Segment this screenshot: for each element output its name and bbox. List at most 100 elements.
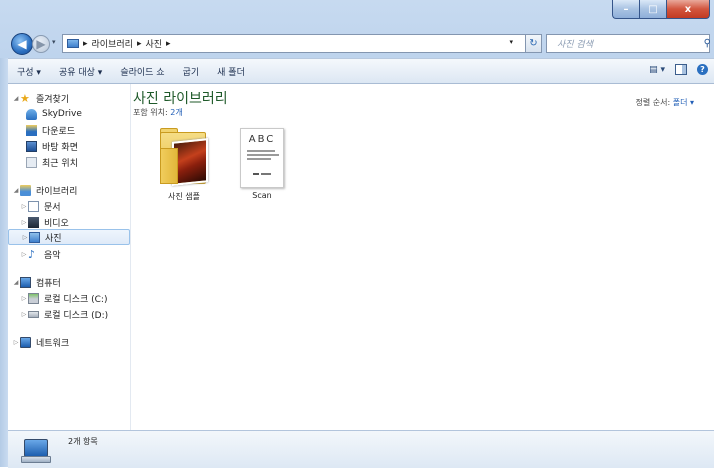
star-icon: ★: [20, 91, 30, 105]
includes-locations-link[interactable]: 2개: [170, 108, 182, 117]
computer-icon: [20, 276, 31, 288]
sidebar-label: 사진: [45, 233, 62, 244]
share-with-menu[interactable]: 공유 대상 ▾: [50, 65, 111, 78]
system-drive-icon: [28, 292, 39, 304]
expand-arrow-icon[interactable]: ▷: [20, 295, 28, 302]
sidebar-item-computer[interactable]: ◢ 컴퓨터: [12, 274, 61, 290]
library-title: 사진 라이브러리: [133, 91, 228, 107]
sidebar-label: 로컬 디스크 (C:): [44, 294, 108, 305]
main-panel: ◢ ★ 즐겨찾기 SkyDrive 다운로드 바탕 화면 최근 위치 ◢ 라이브…: [8, 84, 714, 430]
burn-button[interactable]: 굽기: [174, 65, 209, 78]
expand-arrow-icon[interactable]: ▷: [12, 339, 20, 346]
sidebar-label: 다운로드: [42, 126, 76, 137]
file-view: 사진 라이브러리 포함 위치: 2개 정렬 순서: 폴더 ▾ 사진 샘플 ABC: [131, 84, 714, 430]
sidebar-label: SkyDrive: [42, 109, 82, 119]
downloads-icon: [26, 124, 37, 136]
sidebar-label: 로컬 디스크 (D:): [44, 310, 109, 321]
libraries-icon: [20, 184, 31, 196]
arrange-by-dropdown[interactable]: 폴더 ▾: [673, 98, 694, 107]
expand-arrow-icon[interactable]: ▷: [20, 219, 28, 226]
sidebar-label: 네트워크: [36, 338, 70, 349]
library-includes: 포함 위치: 2개: [133, 107, 183, 118]
expand-arrow-icon[interactable]: ◢: [12, 279, 20, 286]
sidebar-label: 최근 위치: [42, 158, 78, 169]
sidebar-label: 비디오: [44, 218, 69, 229]
sidebar-label: 라이브러리: [36, 186, 78, 197]
organize-menu[interactable]: 구성 ▾: [8, 65, 50, 78]
network-icon: [20, 336, 31, 348]
sidebar-item-videos[interactable]: ▷ 비디오: [20, 214, 69, 230]
item-count: 2개 항목: [68, 437, 98, 446]
details-pane: 2개 항목: [8, 430, 714, 468]
new-folder-button[interactable]: 새 폴더: [208, 65, 254, 78]
expand-arrow-icon[interactable]: ▷: [20, 251, 28, 258]
sidebar-label: 음악: [44, 250, 61, 261]
back-button[interactable]: ◀: [11, 33, 33, 55]
sidebar-label: 바탕 화면: [42, 142, 78, 153]
window-controls: – □ x: [612, 0, 710, 19]
videos-icon: [28, 216, 39, 228]
sidebar-item-drive-d[interactable]: ▷ 로컬 디스크 (D:): [20, 306, 108, 322]
expand-arrow-icon[interactable]: ◢: [12, 95, 20, 102]
file-item-sample-pictures[interactable]: 사진 샘플: [149, 126, 219, 202]
sidebar-item-network[interactable]: ▷ 네트워크: [12, 334, 69, 350]
sidebar-item-libraries[interactable]: ◢ 라이브러리: [12, 182, 77, 198]
sidebar-item-downloads[interactable]: 다운로드: [26, 122, 75, 138]
folder-icon: [158, 126, 210, 188]
minimize-button[interactable]: –: [612, 0, 639, 19]
address-sep: ▸: [166, 38, 171, 49]
expand-arrow-icon[interactable]: ▷: [20, 311, 28, 318]
image-thumbnail-icon: ABC: [240, 128, 284, 188]
forward-button[interactable]: ▶: [32, 35, 50, 53]
recent-pages-dropdown[interactable]: ▾: [52, 38, 56, 46]
address-row: ◀ ▶ ▾ ▸ 라이브러리 ▸ 사진 ▸ ▾ ↻ 사진 검색 ⚲: [0, 32, 714, 56]
preview-pane-icon[interactable]: [675, 64, 687, 75]
help-icon[interactable]: ?: [697, 64, 708, 75]
sidebar-label: 문서: [44, 202, 61, 213]
address-bar[interactable]: ▸ 라이브러리 ▸ 사진 ▸ ▾: [62, 34, 526, 53]
sidebar-item-drive-c[interactable]: ▷ 로컬 디스크 (C:): [20, 290, 107, 306]
sidebar-item-recent[interactable]: 최근 위치: [26, 154, 78, 170]
navigation-pane: ◢ ★ 즐겨찾기 SkyDrive 다운로드 바탕 화면 최근 위치 ◢ 라이브…: [8, 84, 131, 430]
thumbnail-text: ABC: [248, 134, 276, 145]
breadcrumb-pictures[interactable]: 사진: [145, 37, 162, 50]
address-sep: ▸: [83, 38, 88, 49]
address-dropdown-icon[interactable]: ▾: [509, 38, 513, 46]
library-folder-icon: [67, 39, 79, 48]
search-placeholder: 사진 검색: [557, 40, 593, 50]
file-name: Scan: [252, 191, 272, 200]
window-left-edge: [0, 58, 8, 467]
expand-arrow-icon[interactable]: ◢: [12, 187, 20, 194]
drive-icon: [28, 310, 39, 318]
documents-icon: [28, 200, 39, 212]
includes-label: 포함 위치:: [133, 108, 171, 117]
view-controls: ▤ ▾ ?: [649, 64, 708, 75]
file-item-scan[interactable]: ABC Scan: [227, 128, 297, 200]
explorer-window: – □ x ◀ ▶ ▾ ▸ 라이브러리 ▸ 사진 ▸ ▾ ↻ 사진 검색 ⚲ 구…: [0, 0, 714, 468]
search-icon[interactable]: ⚲: [704, 38, 711, 49]
sidebar-item-desktop[interactable]: 바탕 화면: [26, 138, 78, 154]
arrange-label: 정렬 순서:: [635, 98, 673, 107]
skydrive-icon: [26, 108, 37, 120]
close-button[interactable]: x: [666, 0, 710, 19]
change-view-icon[interactable]: ▤ ▾: [649, 65, 665, 75]
sidebar-item-music[interactable]: ▷ ♪ 음악: [20, 246, 61, 262]
expand-arrow-icon[interactable]: ▷: [21, 234, 29, 241]
desktop-icon: [26, 140, 37, 152]
pictures-icon: [29, 231, 40, 243]
sidebar-item-documents[interactable]: ▷ 문서: [20, 198, 61, 214]
recent-places-icon: [26, 156, 37, 168]
maximize-button[interactable]: □: [639, 0, 666, 19]
search-input[interactable]: 사진 검색 ⚲: [546, 34, 711, 53]
refresh-button[interactable]: ↻: [526, 34, 542, 53]
arrange-by: 정렬 순서: 폴더 ▾: [635, 97, 694, 108]
sidebar-item-skydrive[interactable]: SkyDrive: [26, 106, 82, 122]
expand-arrow-icon[interactable]: ▷: [20, 203, 28, 210]
breadcrumb-libraries[interactable]: 라이브러리: [92, 37, 133, 50]
command-bar: 구성 ▾ 공유 대상 ▾ 슬라이드 쇼 굽기 새 폴더 ▤ ▾ ?: [8, 58, 714, 84]
slideshow-button[interactable]: 슬라이드 쇼: [111, 65, 173, 78]
sidebar-item-pictures[interactable]: ▷ 사진: [8, 229, 130, 245]
sidebar-label: 컴퓨터: [36, 278, 61, 289]
sidebar-item-favorites[interactable]: ◢ ★ 즐겨찾기: [12, 90, 69, 106]
address-sep: ▸: [136, 38, 142, 49]
